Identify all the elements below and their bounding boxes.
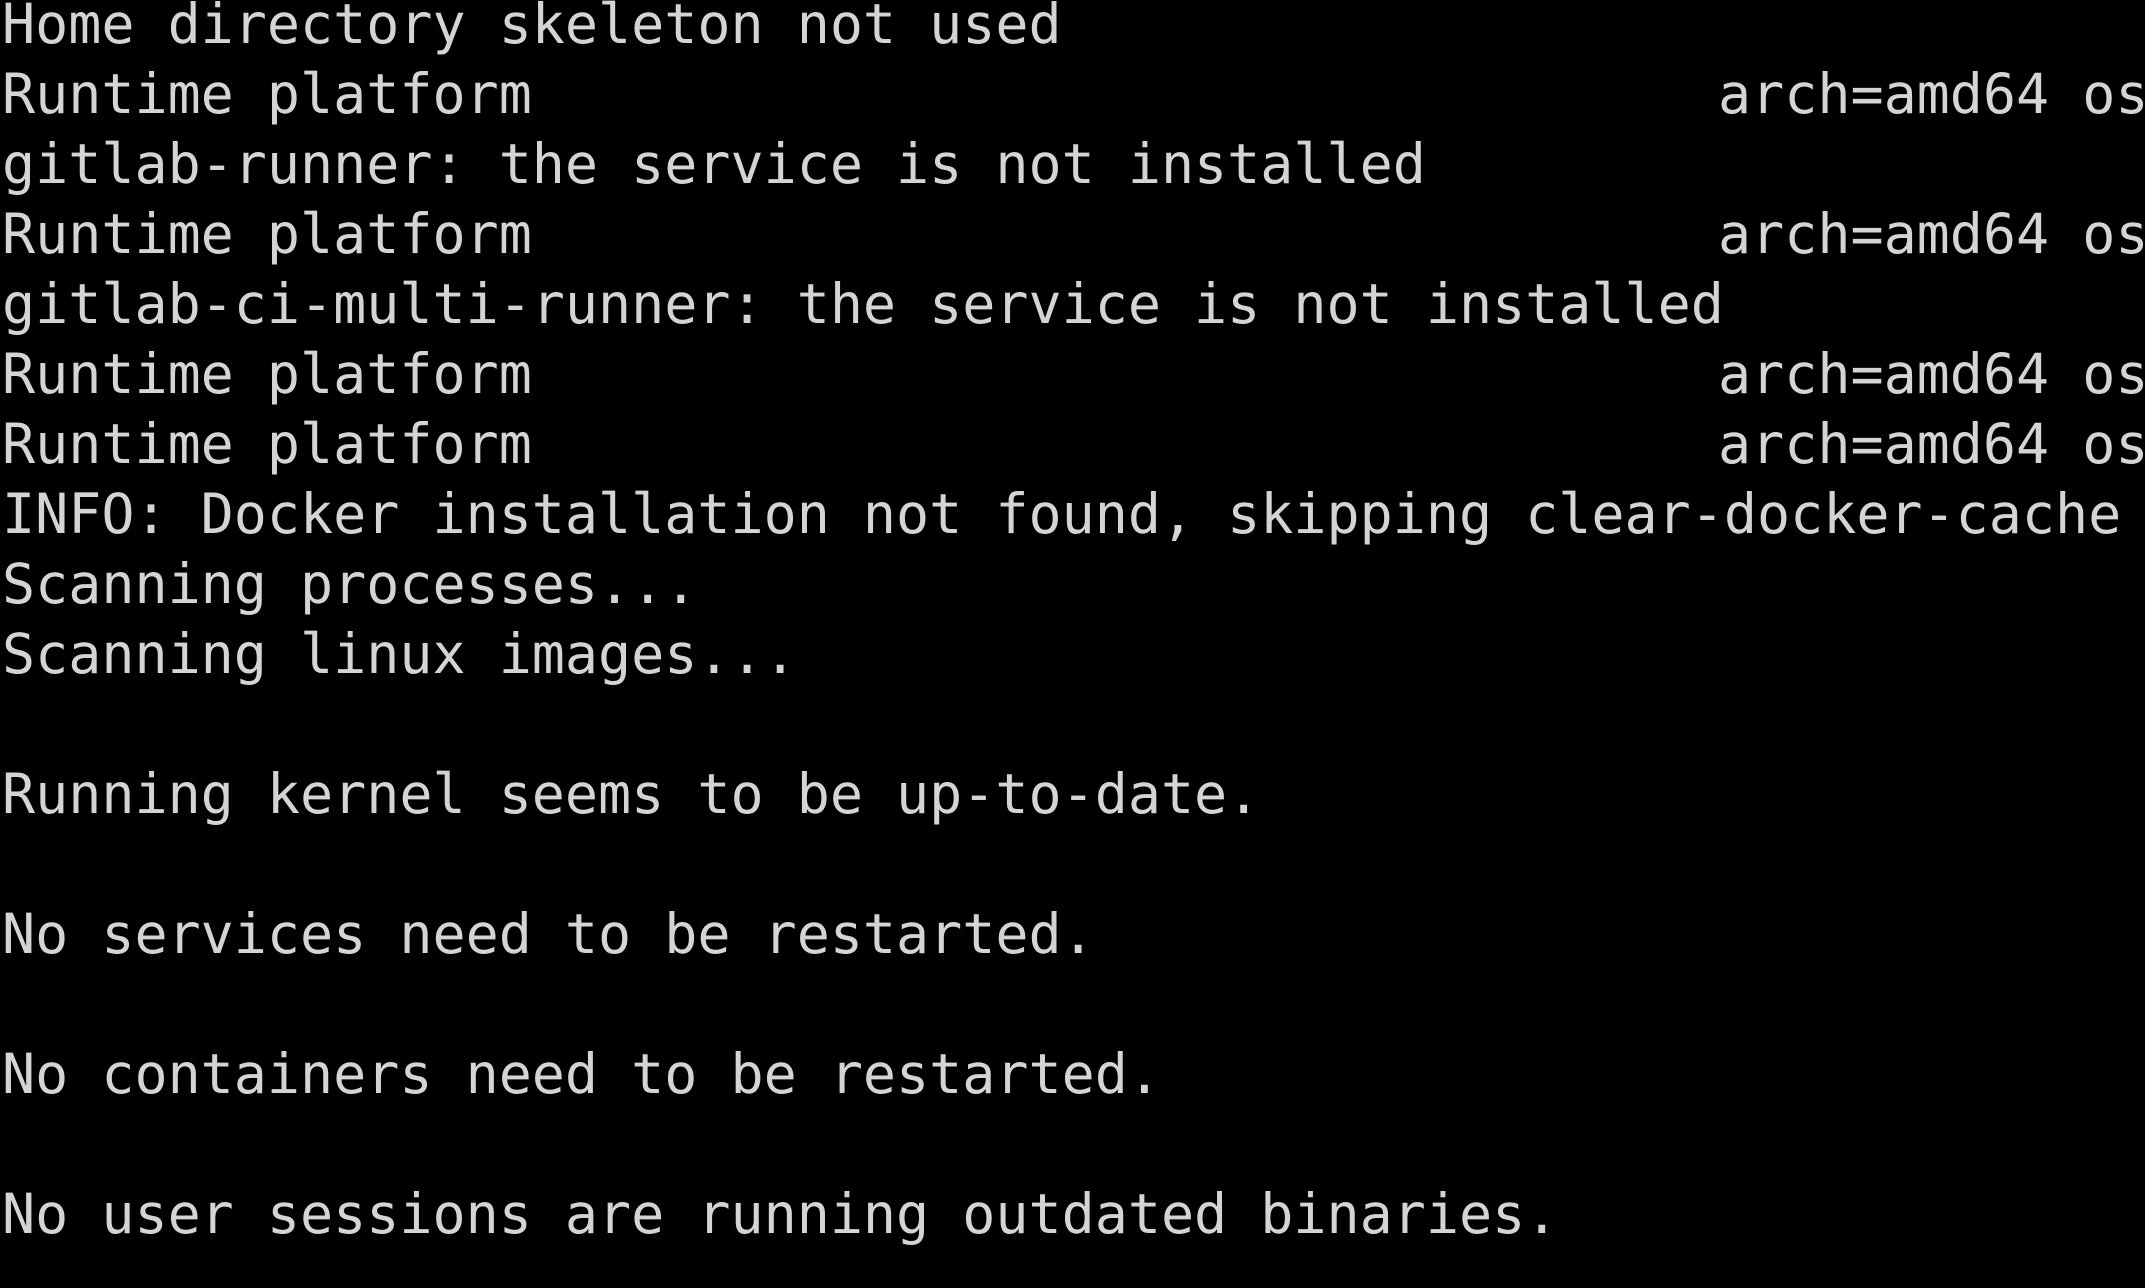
line-text: Scanning processes...	[2, 552, 698, 616]
line-text: gitlab-ci-multi-runner: the service is n…	[2, 272, 1724, 336]
line-text: No containers need to be restarted.	[2, 1042, 1161, 1106]
line-text: Home directory skeleton not used	[2, 0, 1062, 56]
line-text: Running kernel seems to be up-to-date.	[2, 762, 1261, 826]
terminal-line: Scanning linux images...	[0, 622, 2145, 700]
line-text: Runtime platform	[2, 202, 532, 266]
terminal-line: No user sessions are running outdated bi…	[0, 1182, 2145, 1260]
line-text: INFO: Docker installation not found, ski…	[2, 482, 2122, 546]
line-text: No services need to be restarted.	[2, 902, 1095, 966]
line-right-text: arch=amd64 os	[1718, 62, 2145, 126]
line-text: Scanning linux images...	[2, 622, 797, 686]
line-text: No user sessions are running outdated bi…	[2, 1182, 1559, 1246]
line-right-text: arch=amd64 os	[1718, 202, 2145, 266]
line-right-text: arch=amd64 os	[1718, 412, 2145, 476]
terminal-window[interactable]: Home directory skeleton not used Runtime…	[0, 0, 2145, 1288]
terminal-line: No containers need to be restarted.	[0, 1042, 2145, 1120]
line-text: Runtime platform	[2, 412, 532, 476]
line-text: Runtime platform	[2, 62, 532, 126]
terminal-line: Running kernel seems to be up-to-date.	[0, 762, 2145, 840]
line-right-text: arch=amd64 os	[1718, 342, 2145, 406]
line-text: gitlab-runner: the service is not instal…	[2, 132, 1426, 196]
line-text: Runtime platform	[2, 342, 532, 406]
terminal-line: No services need to be restarted.	[0, 902, 2145, 980]
